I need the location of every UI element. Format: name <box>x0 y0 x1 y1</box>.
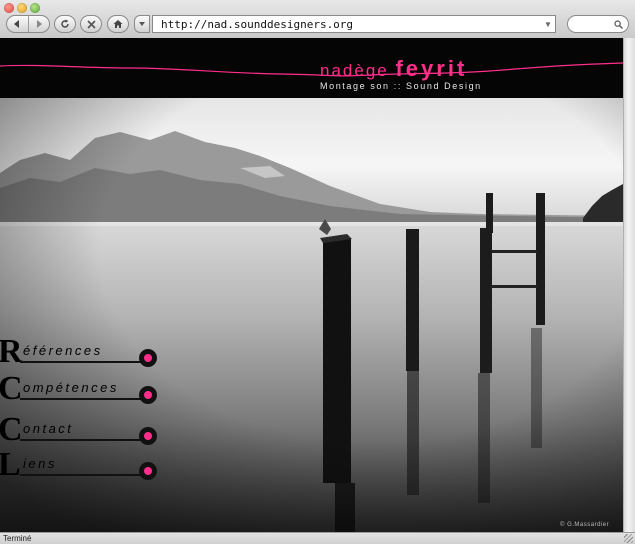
resize-grip-icon[interactable] <box>624 534 633 543</box>
reload-icon <box>61 19 69 28</box>
bookmark-icon <box>139 22 145 26</box>
status-text: Terminé <box>3 534 32 543</box>
window-minimize-button[interactable] <box>17 3 27 13</box>
nav-label: ontact <box>23 421 74 436</box>
nav-item-contact[interactable]: C ontact <box>0 413 165 447</box>
toolbar-overflow-button[interactable] <box>560 15 566 33</box>
window-close-button[interactable] <box>4 3 14 13</box>
back-forward-control <box>6 15 50 33</box>
site-name-last: feyrit <box>395 56 468 81</box>
window-zoom-button[interactable] <box>30 3 40 13</box>
nav-item-competences[interactable]: C ompétences <box>0 372 165 406</box>
nav-initial: L <box>0 446 21 483</box>
nav-underline <box>20 439 145 441</box>
nav-underline <box>20 361 145 363</box>
stop-icon <box>86 19 96 29</box>
back-button[interactable] <box>7 16 28 32</box>
browser-toolbar: http://nad.sounddesigners.org ▼ <box>0 0 635 39</box>
home-icon <box>113 20 123 28</box>
site-logo-title[interactable]: nadège feyrit <box>320 56 467 82</box>
site-tagline: Montage son :: Sound Design <box>320 81 482 91</box>
nav-bullet-icon <box>139 462 157 480</box>
nav-item-liens[interactable]: L iens <box>0 448 165 482</box>
reload-button[interactable] <box>54 15 76 33</box>
nav-underline <box>20 398 145 400</box>
nav-label: éférences <box>23 343 103 358</box>
url-history-dropdown-icon[interactable]: ▼ <box>541 20 555 29</box>
url-text[interactable]: http://nad.sounddesigners.org <box>153 18 541 31</box>
page-viewport: nadège feyrit Montage son :: Sound Desig… <box>0 38 623 532</box>
nav-item-references[interactable]: R éférences <box>0 335 165 369</box>
site-header: nadège feyrit Montage son :: Sound Desig… <box>0 38 623 98</box>
nav-bullet-icon <box>139 386 157 404</box>
url-bar[interactable]: http://nad.sounddesigners.org ▼ <box>152 15 556 33</box>
nav-label: ompétences <box>23 380 119 395</box>
home-button[interactable] <box>107 15 129 33</box>
search-icon <box>614 19 623 29</box>
nav-initial: C <box>0 370 23 407</box>
site-name-first: nadège <box>320 61 389 80</box>
nav-bullet-icon <box>139 427 157 445</box>
nav-underline <box>20 474 145 476</box>
photo-credit: © G.Massardier <box>560 522 610 528</box>
nav-label: iens <box>23 456 57 471</box>
nav-initial: C <box>0 411 23 448</box>
nav-initial: R <box>0 333 23 370</box>
nav-bullet-icon <box>139 349 157 367</box>
status-bar: Terminé <box>0 532 635 544</box>
forward-arrow-icon <box>36 20 42 28</box>
forward-button[interactable] <box>27 16 50 32</box>
header-waveform-line <box>0 62 623 77</box>
vertical-scrollbar[interactable] <box>623 38 635 532</box>
back-arrow-icon <box>14 20 20 28</box>
stop-button[interactable] <box>80 15 102 33</box>
bookmark-button[interactable] <box>134 15 150 33</box>
search-field[interactable] <box>567 15 629 33</box>
